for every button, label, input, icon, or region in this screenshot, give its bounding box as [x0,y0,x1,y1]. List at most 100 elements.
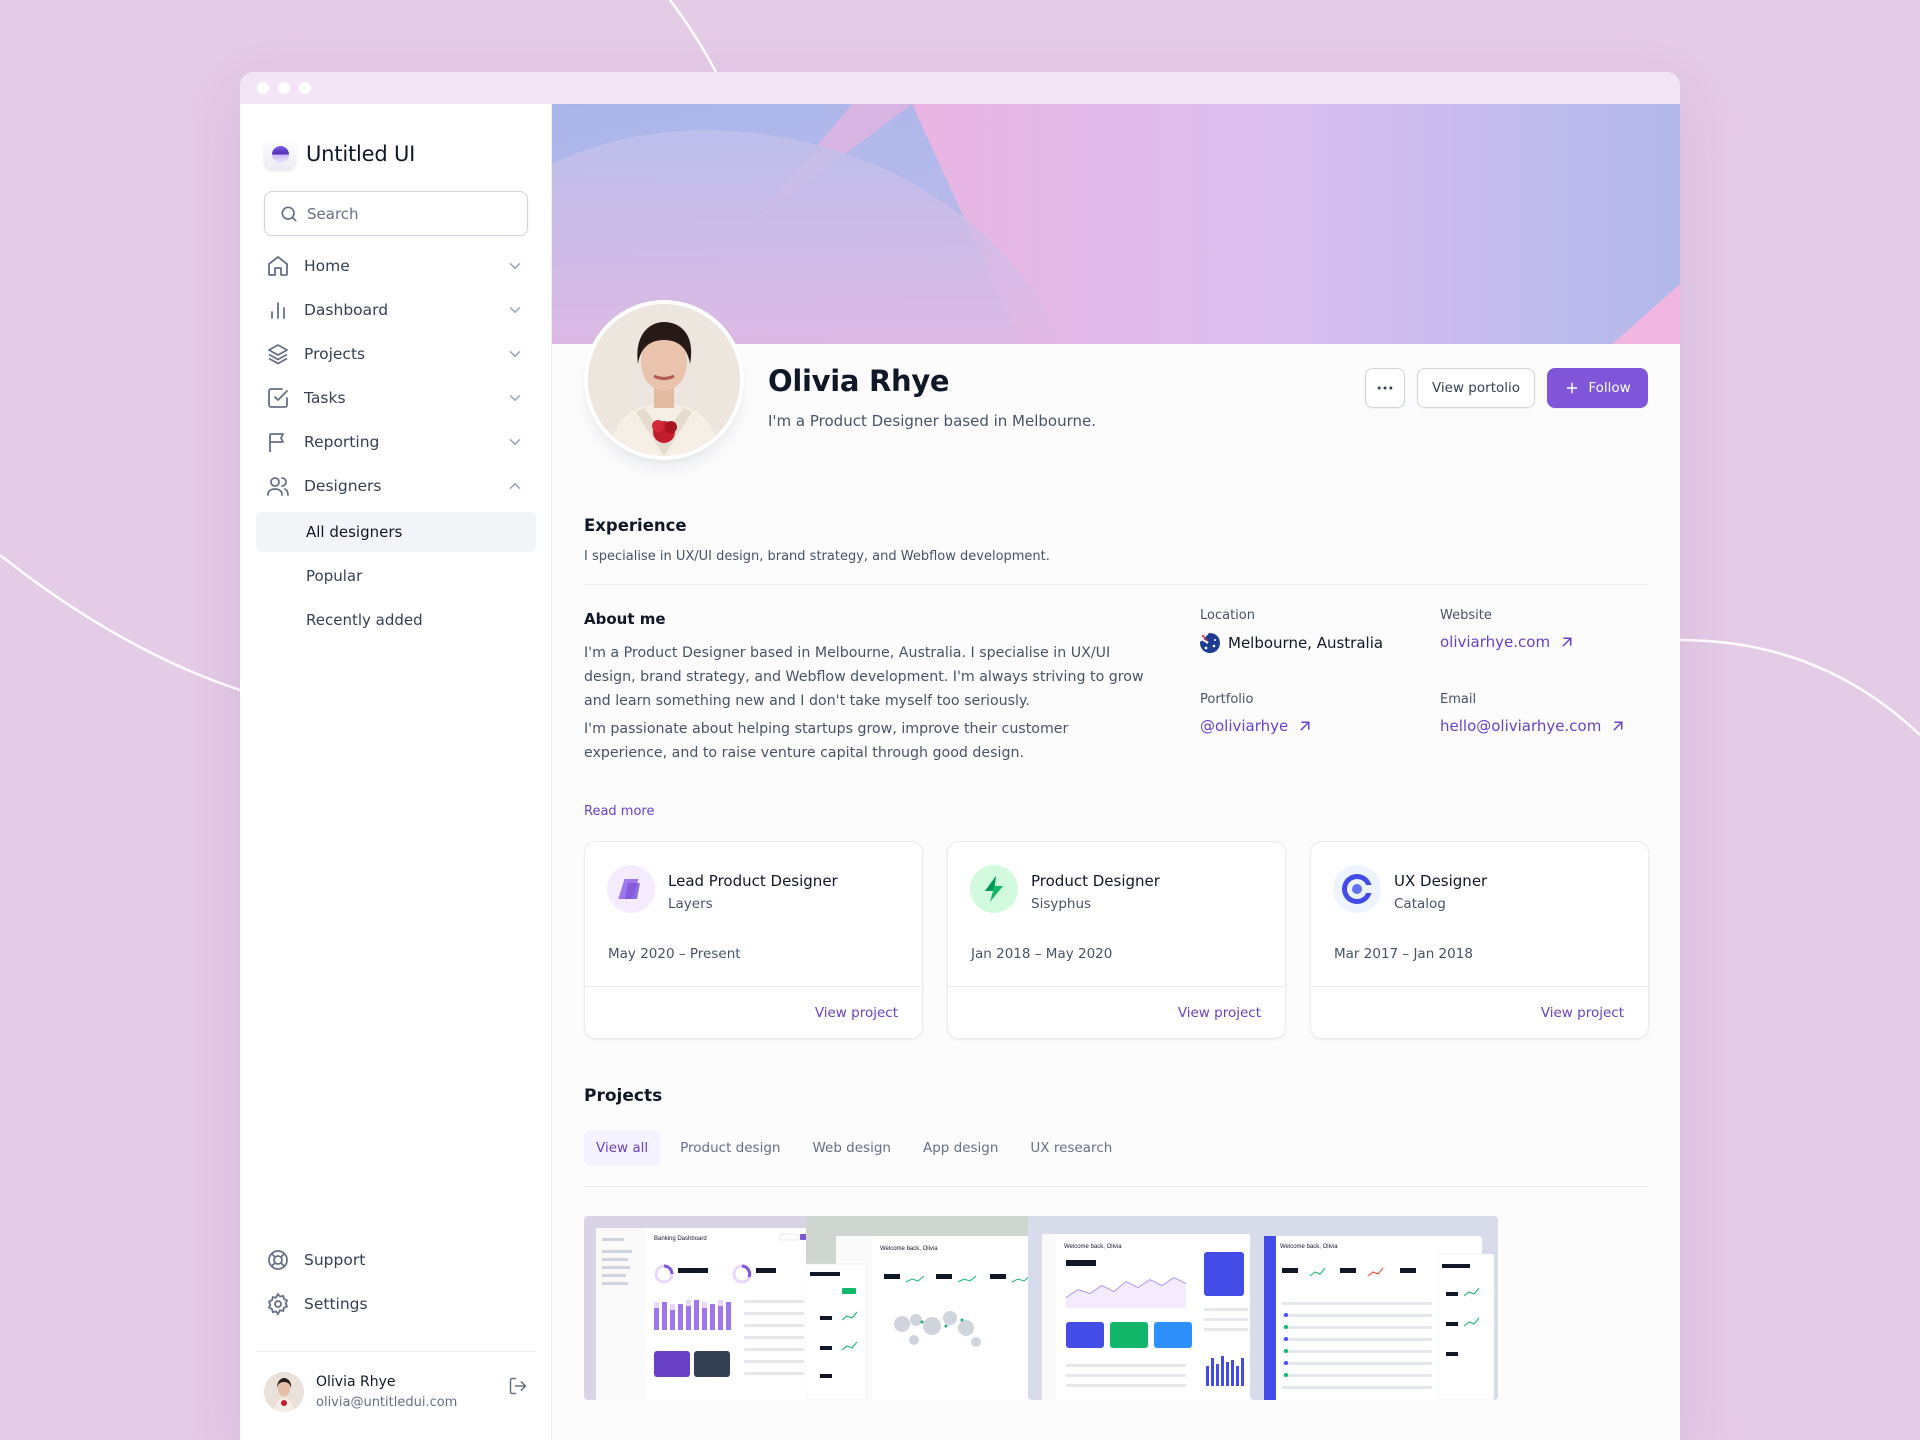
bar-chart-icon [266,298,290,322]
project-thumbnail[interactable]: Welcome back, Olivia [806,1216,1054,1400]
sidebar-subitem-popular[interactable]: Popular [256,556,536,596]
job-role: Lead Product Designer [668,872,838,890]
portfolio-value: @oliviarhye [1200,717,1289,735]
sidebar-item-projects[interactable]: Projects [256,332,536,376]
catalog-logo-icon [1333,865,1381,913]
logout-icon[interactable] [508,1376,528,1396]
website-link[interactable]: oliviarhye.com [1440,633,1576,651]
job-card: Product Designer Sisyphus Jan 2018 – May… [947,841,1286,1039]
portfolio-link[interactable]: @oliviarhye [1200,717,1314,735]
tab-view-all[interactable]: View all [584,1130,661,1166]
sidebar-item-home[interactable]: Home [256,244,536,288]
window-dot-close[interactable] [257,82,269,94]
read-more-link[interactable]: Read more [584,804,654,819]
home-icon [266,254,290,278]
thumbnail-title: Welcome back, Olivia [1280,1244,1338,1250]
location-info: Location Melbourne, Australia [1200,608,1383,653]
job-dates: May 2020 – Present [608,946,741,962]
view-project-link[interactable]: View project [1541,1005,1624,1021]
profile-subtitle: I'm a Product Designer based in Melbourn… [768,412,1097,430]
flag-icon [266,430,290,454]
view-project-link[interactable]: View project [1178,1005,1261,1021]
project-thumbnail[interactable]: Welcome back, Olivia [1028,1216,1276,1400]
user-avatar[interactable] [264,1372,304,1412]
project-thumbnail[interactable]: Welcome back, Olivia [1250,1216,1498,1400]
profile-name: Olivia Rhye [768,364,950,398]
sidebar-subitem-recently-added[interactable]: Recently added [256,600,536,640]
website-info: Website oliviarhye.com [1440,608,1576,651]
sidebar-subitem-all-designers[interactable]: All designers [256,512,536,552]
chevron-down-icon[interactable] [506,257,524,275]
window-titlebar [240,72,1680,104]
job-dates: Jan 2018 – May 2020 [971,946,1113,962]
sidebar-item-designers[interactable]: Designers [256,464,536,508]
sidebar-item-reporting[interactable]: Reporting [256,420,536,464]
tab-app-design[interactable]: App design [911,1130,1010,1166]
profile-cover-image [552,104,1680,344]
sidebar-nav: Home Dashboard Projects Tasks Reporting [256,244,536,640]
app-logo[interactable]: Untitled UI [264,138,415,170]
chevron-down-icon[interactable] [506,433,524,451]
sidebar-item-label: Settings [304,1295,368,1313]
view-portfolio-button[interactable]: View portolio [1417,368,1535,408]
search-icon [281,206,297,221]
job-role: UX Designer [1394,872,1488,890]
location-label: Location [1200,608,1255,623]
sidebar-item-settings[interactable]: Settings [256,1282,536,1326]
chevron-down-icon[interactable] [506,389,524,407]
thumbnail-title: Welcome back, Olivia [1064,1244,1122,1250]
job-company: Layers [668,896,713,912]
sidebar-item-support[interactable]: Support [256,1238,536,1282]
profile-main: Olivia Rhye I'm a Product Designer based… [552,104,1680,1440]
portfolio-info: Portfolio @oliviarhye [1200,692,1314,735]
experience-heading: Experience [584,516,687,535]
search-box[interactable] [264,191,528,236]
project-thumbnail[interactable]: Banking Dashboard [584,1216,832,1400]
chevron-up-icon[interactable] [506,477,524,495]
users-icon [266,474,290,498]
projects-heading: Projects [584,1086,663,1106]
sidebar-item-label: Support [304,1251,366,1269]
about-paragraph: I'm a Product Designer based in Melbourn… [584,645,1144,709]
view-project-link[interactable]: View project [815,1005,898,1021]
chevron-down-icon[interactable] [506,301,524,319]
about-heading: About me [584,610,666,628]
section-divider [584,584,1648,585]
project-tabs: View all Product design Web design App d… [584,1130,1124,1166]
tab-web-design[interactable]: Web design [800,1130,903,1166]
tab-ux-research[interactable]: UX research [1018,1130,1124,1166]
sidebar-item-label: Projects [304,345,366,363]
window-dot-minimize[interactable] [278,82,290,94]
more-options-button[interactable] [1365,368,1405,408]
life-buoy-icon [266,1248,290,1272]
thumbnail-title: Welcome back, Olivia [880,1246,938,1252]
email-link[interactable]: hello@oliviarhye.com [1440,717,1627,735]
sidebar-item-label: Tasks [304,389,346,407]
portfolio-label: Portfolio [1200,692,1254,707]
plus-icon [1566,382,1578,394]
location-value: Melbourne, Australia [1228,634,1384,652]
layers-logo-icon [607,865,655,913]
chevron-down-icon[interactable] [506,345,524,363]
tab-product-design[interactable]: Product design [668,1130,792,1166]
sidebar-item-label: Home [304,257,350,275]
tabs-divider [584,1186,1648,1187]
window-dot-maximize[interactable] [299,82,311,94]
sidebar-item-dashboard[interactable]: Dashboard [256,288,536,332]
sidebar-item-tasks[interactable]: Tasks [256,376,536,420]
job-card: Lead Product Designer Layers May 2020 – … [584,841,923,1039]
search-input[interactable] [307,204,507,223]
job-company: Catalog [1394,896,1446,912]
about-paragraph: I'm passionate about helping startups gr… [584,721,1069,761]
browser-window: Untitled UI Home Dashboard Projects [240,72,1680,1440]
layers-icon [266,342,290,366]
arrow-up-right-icon [1613,721,1623,731]
follow-button[interactable]: Follow [1547,368,1648,408]
email-label: Email [1440,692,1477,707]
sidebar-bottom-nav: Support Settings [256,1238,536,1326]
email-value: hello@oliviarhye.com [1440,717,1602,735]
job-dates: Mar 2017 – Jan 2018 [1334,946,1473,962]
app-name: Untitled UI [306,142,416,166]
experience-text: I specialise in UX/UI design, brand stra… [584,549,1050,564]
sisyphus-logo-icon [970,865,1018,913]
